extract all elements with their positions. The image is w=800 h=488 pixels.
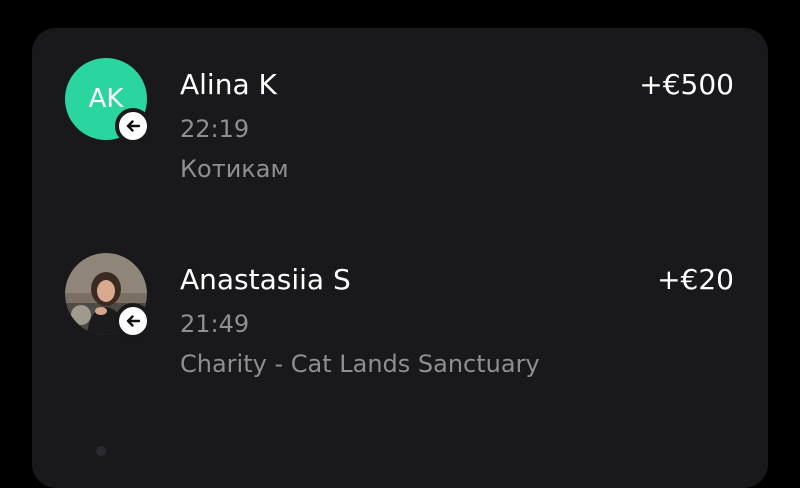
sender-name: Alina K bbox=[180, 68, 277, 101]
transaction-time: 21:49 bbox=[180, 310, 250, 338]
transaction-row[interactable]: Anastasiia S 21:49 Charity - Cat Lands S… bbox=[32, 223, 768, 378]
transaction-description: Charity - Cat Lands Sanctuary bbox=[180, 350, 540, 378]
arrow-left-icon bbox=[126, 315, 141, 327]
incoming-badge bbox=[115, 303, 151, 339]
incoming-badge bbox=[115, 108, 151, 144]
transaction-row[interactable]: AK Alina K 22:19 Котикам +€500 bbox=[32, 28, 768, 183]
transaction-amount: +€500 bbox=[639, 68, 734, 101]
avatar bbox=[65, 253, 151, 339]
avatar: AK bbox=[65, 58, 151, 144]
transactions-card: AK Alina K 22:19 Котикам +€500 Anastasii… bbox=[32, 28, 768, 488]
arrow-left-icon bbox=[126, 120, 141, 132]
sender-name: Anastasiia S bbox=[180, 263, 351, 296]
next-transaction-avatar bbox=[96, 446, 106, 456]
transaction-time: 22:19 bbox=[180, 115, 250, 143]
transaction-description: Котикам bbox=[180, 155, 289, 183]
transaction-amount: +€20 bbox=[657, 263, 734, 296]
